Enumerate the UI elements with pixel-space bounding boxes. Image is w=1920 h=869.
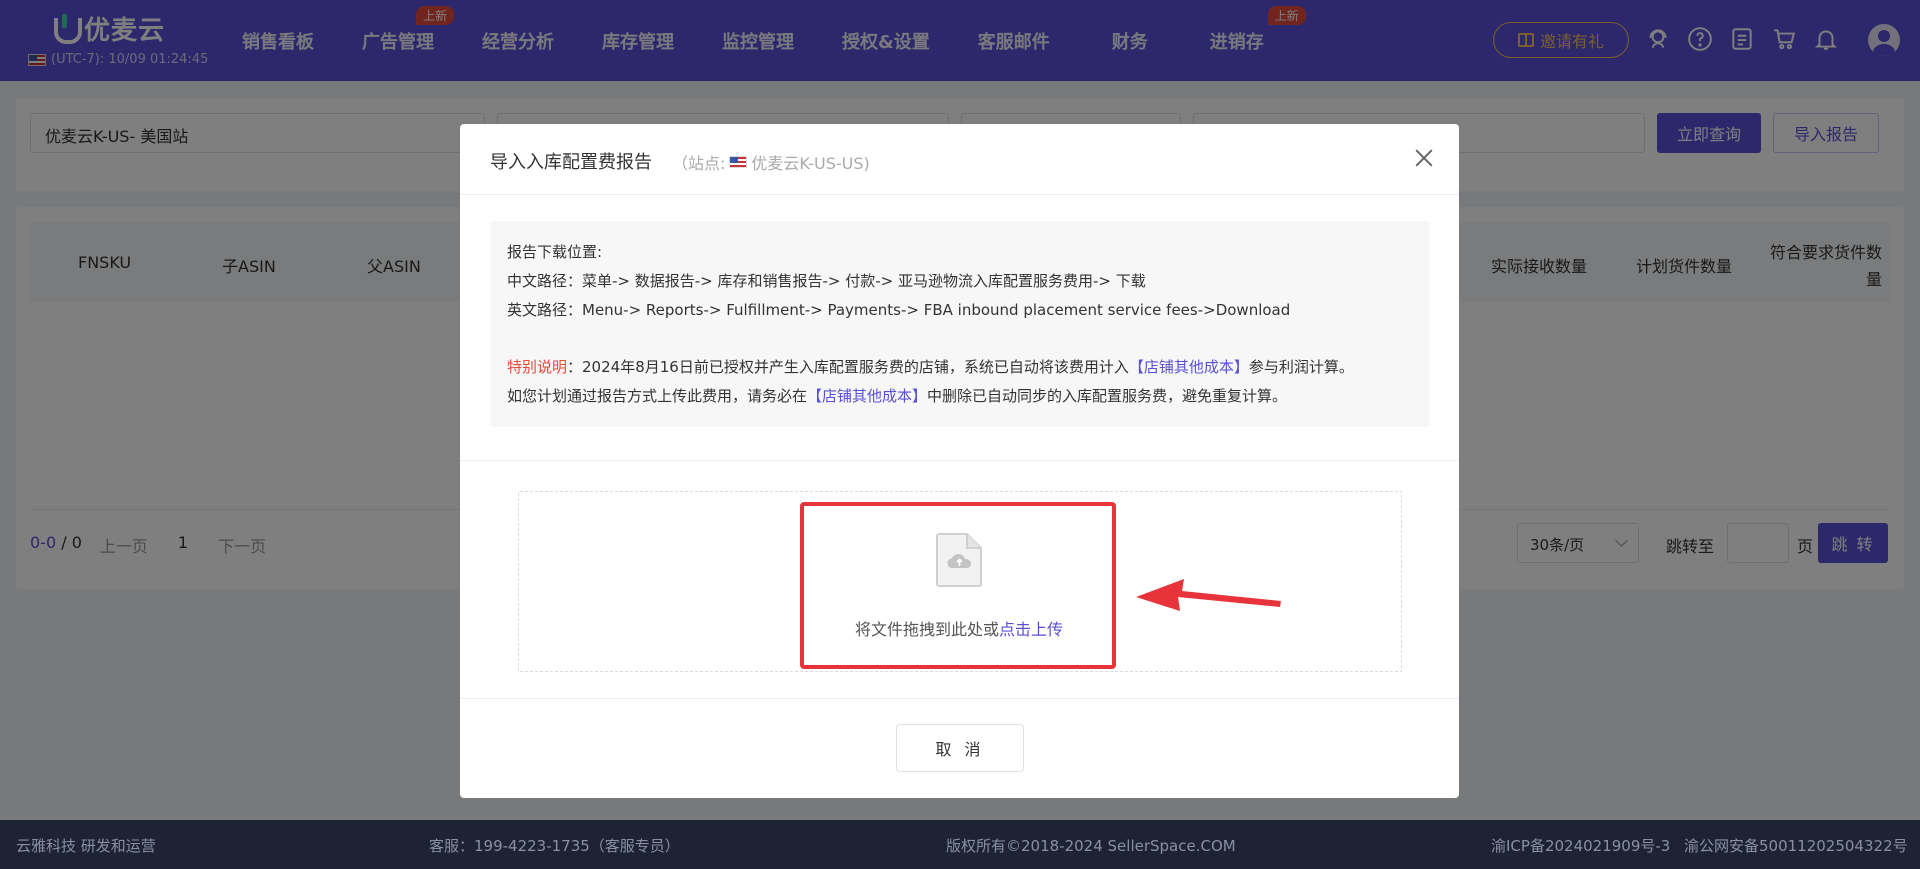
note-text: 中删除已自动同步的入库配置服务费，避免重复计算。 — [927, 387, 1288, 405]
footer-icp[interactable]: 渝ICP备2024021909号-3 — [1491, 835, 1670, 856]
cn-path: 中文路径：菜单-> 数据报告-> 库存和销售报告-> 付款-> 亚马逊物流入库配… — [507, 272, 1146, 290]
footer-copyright: 版权所有©2018-2024 SellerSpace.COM — [946, 837, 1236, 855]
divider — [460, 460, 1459, 461]
store-other-cost-link[interactable]: 【店铺其他成本】 — [1129, 358, 1249, 376]
red-arrow-annotation — [1136, 579, 1281, 611]
drop-hint: 将文件拖拽到此处或点击上传 — [855, 616, 1063, 640]
divider — [460, 698, 1459, 699]
special-note-line-1: 特别说明：2024年8月16日前已授权并产生入库配置服务费的店铺，系统已自动将该… — [507, 356, 1354, 377]
cancel-button[interactable]: 取 消 — [896, 724, 1024, 772]
special-note-line-2: 如您计划通过报告方式上传此费用，请务必在【店铺其他成本】中删除已自动同步的入库配… — [507, 385, 1287, 406]
en-path: 英文路径：Menu-> Reports-> Fulfillment-> Paym… — [507, 301, 1291, 319]
note-text: 如您计划通过报告方式上传此费用，请务必在 — [507, 387, 808, 405]
instructions-title: 报告下载位置: — [507, 243, 603, 261]
store-other-cost-link[interactable]: 【店铺其他成本】 — [807, 387, 927, 405]
footer-police[interactable]: 渝公网安备50011202504322号 — [1684, 835, 1908, 856]
special-note-label: 特别说明 — [507, 358, 568, 376]
drop-hint-text: 将文件拖拽到此处或 — [855, 620, 1000, 639]
dialog-site: （站点: 优麦云K-US-US) — [672, 150, 870, 174]
dialog-title: 导入入库配置费报告 — [490, 152, 652, 173]
dialog-header: 导入入库配置费报告 （站点: 优麦云K-US-US) — [460, 124, 1459, 195]
site-prefix: （站点: — [672, 154, 726, 173]
import-report-dialog: 导入入库配置费报告 （站点: 优麦云K-US-US) 报告下载位置: 中文路径：… — [460, 124, 1459, 798]
close-icon[interactable] — [1415, 149, 1433, 167]
upload-link[interactable]: 点击上传 — [999, 620, 1063, 639]
note-text: 参与利润计算。 — [1248, 358, 1354, 376]
footer: 云雅科技 研发和运营 客服：199-4223-1735（客服专员） 版权所有©2… — [0, 820, 1920, 869]
us-flag-icon — [729, 156, 748, 168]
footer-company: 云雅科技 研发和运营 — [16, 837, 156, 855]
footer-service: 客服：199-4223-1735（客服专员） — [429, 837, 680, 855]
file-upload-icon — [936, 533, 982, 587]
site-name: 优麦云K-US-US) — [751, 154, 870, 173]
note-text: ：2024年8月16日前已授权并产生入库配置服务费的店铺，系统已自动将该费用计入 — [567, 358, 1129, 376]
